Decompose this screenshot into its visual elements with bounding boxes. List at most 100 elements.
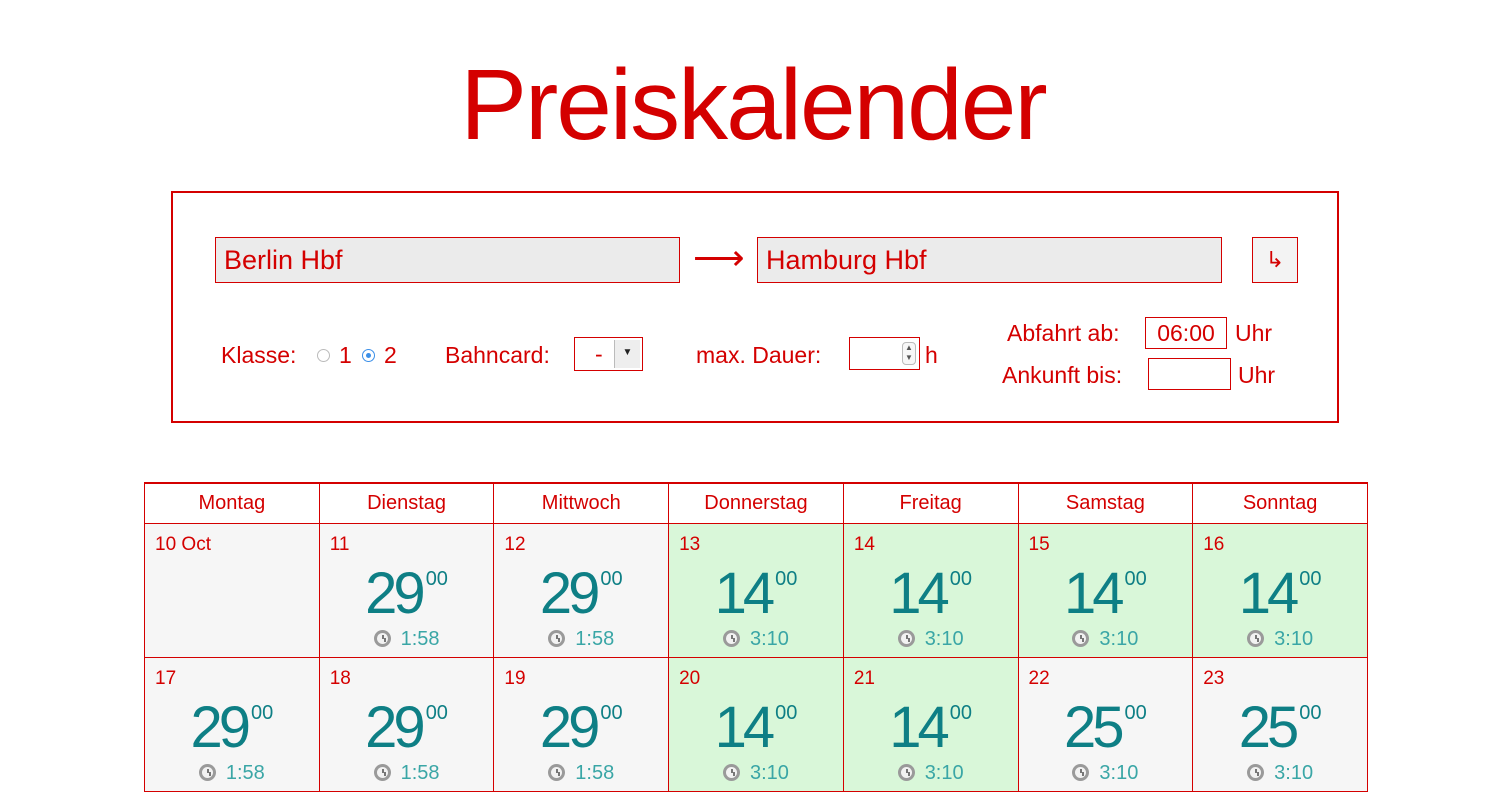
calendar-day-cell[interactable]: 22 25 00 3:10 <box>1017 657 1194 792</box>
calendar-day-cell[interactable]: 13 14 00 3:10 <box>668 523 844 658</box>
day-price[interactable]: 29 00 <box>320 562 494 626</box>
price-euros: 14 <box>889 695 949 760</box>
duration-text: 3:10 <box>749 762 789 784</box>
calendar-day-cell[interactable]: 11 29 00 1:58 <box>318 523 495 658</box>
day-date: 18 <box>329 668 351 689</box>
price-cents: 00 <box>1124 702 1147 724</box>
price-euros: 14 <box>889 561 949 626</box>
trip-duration: 3:10 <box>1193 628 1367 651</box>
calendar-day-cell[interactable]: 12 29 00 1:58 <box>493 523 670 658</box>
max-dauer-input[interactable]: ▲ ▼ <box>849 337 920 370</box>
calendar-day-cell[interactable]: 20 14 00 3:10 <box>668 657 844 792</box>
day-price[interactable]: 14 00 <box>1019 562 1193 626</box>
weekday-header: Sonntag <box>1192 482 1368 524</box>
calendar-day-cell: 10 Oct <box>144 523 320 658</box>
clock-icon <box>722 764 740 781</box>
price-euros: 14 <box>1063 561 1124 626</box>
price-euros: 29 <box>365 561 425 626</box>
day-price[interactable]: 29 00 <box>320 696 494 760</box>
trip-duration: 3:10 <box>1019 762 1193 785</box>
search-panel: ⟶ ↳ Klasse: 1 2 Bahncard: - ▼ max. Dauer… <box>171 191 1339 423</box>
max-dauer-unit: h <box>925 342 938 368</box>
weekday-header: Dienstag <box>318 482 495 524</box>
price-euros: 25 <box>1238 695 1299 760</box>
price-euros: 25 <box>1063 695 1124 760</box>
klasse-label: Klasse: <box>221 342 297 368</box>
calendar-day-cell[interactable]: 21 14 00 3:10 <box>842 657 1019 792</box>
day-date: 22 <box>1028 668 1050 689</box>
price-cents: 00 <box>1299 702 1322 724</box>
trip-duration: 3:10 <box>669 762 843 785</box>
calendar-day-cell[interactable]: 17 29 00 1:58 <box>144 657 320 792</box>
day-price[interactable]: 29 00 <box>494 562 668 626</box>
day-date: 16 <box>1203 534 1225 555</box>
day-price[interactable]: 29 00 <box>145 696 319 760</box>
max-dauer-label: max. Dauer: <box>696 342 822 368</box>
calendar-day-cell[interactable]: 23 25 00 3:10 <box>1192 657 1368 792</box>
duration-text: 1:58 <box>575 762 615 784</box>
day-date: 10 Oct <box>155 534 211 555</box>
duration-text: 1:58 <box>575 628 615 650</box>
calendar-day-cell[interactable]: 16 14 00 3:10 <box>1192 523 1368 658</box>
calendar-day-cell[interactable]: 18 29 00 1:58 <box>318 657 495 792</box>
price-cents: 00 <box>1299 568 1322 590</box>
trip-duration: 1:58 <box>145 762 319 785</box>
clock-icon <box>1247 764 1265 781</box>
price-cents: 00 <box>1124 568 1147 590</box>
from-station-input[interactable] <box>215 237 680 283</box>
day-price[interactable]: 29 00 <box>494 696 668 760</box>
duration-text: 1:58 <box>400 762 440 784</box>
klasse-1-radio[interactable] <box>317 349 330 362</box>
clock-icon <box>722 630 740 647</box>
abfahrt-unit: Uhr <box>1235 320 1273 346</box>
abfahrt-label: Abfahrt ab: <box>1007 320 1120 346</box>
price-euros: 29 <box>539 695 600 760</box>
calendar-week-row: 17 29 00 1:58 18 29 00 1:58 19 29 00 1:58 20 14 00 3:10… <box>144 657 1368 792</box>
trip-duration: 3:10 <box>1193 762 1367 785</box>
klasse-1-label: 1 <box>339 342 352 368</box>
duration-text: 3:10 <box>749 628 789 650</box>
day-date: 19 <box>504 668 526 689</box>
page-title: Preiskalender <box>460 49 1047 161</box>
price-cents: 00 <box>775 702 798 724</box>
trip-duration: 1:58 <box>494 628 668 651</box>
trip-duration: 1:58 <box>320 628 494 651</box>
day-price[interactable]: 14 00 <box>1193 562 1367 626</box>
trip-duration: 1:58 <box>320 762 494 785</box>
stepper-icon[interactable]: ▲ ▼ <box>902 342 916 365</box>
clock-icon <box>548 630 566 647</box>
to-station-input[interactable] <box>757 237 1222 283</box>
price-cents: 00 <box>250 702 274 724</box>
day-date: 21 <box>853 668 875 689</box>
weekday-header: Freitag <box>842 482 1019 524</box>
trip-duration: 1:58 <box>494 762 668 785</box>
clock-icon <box>1072 764 1090 781</box>
bahncard-label: Bahncard: <box>445 342 550 368</box>
price-cents: 00 <box>775 568 798 590</box>
ankunft-time-input[interactable] <box>1148 358 1231 390</box>
weekday-header: Montag <box>144 482 320 524</box>
price-euros: 29 <box>365 695 425 760</box>
weekday-header: Mittwoch <box>493 482 670 524</box>
search-submit-button[interactable]: ↳ <box>1252 237 1298 283</box>
calendar-day-cell[interactable]: 19 29 00 1:58 <box>493 657 670 792</box>
klasse-2-radio[interactable] <box>362 349 375 362</box>
clock-icon <box>897 764 915 781</box>
duration-text: 3:10 <box>1274 762 1314 784</box>
ankunft-unit: Uhr <box>1238 362 1276 388</box>
day-price[interactable]: 14 00 <box>844 562 1018 626</box>
bahncard-value: - <box>595 341 603 367</box>
calendar-day-cell[interactable]: 15 14 00 3:10 <box>1017 523 1194 658</box>
abfahrt-time-input[interactable] <box>1145 317 1227 349</box>
duration-text: 3:10 <box>1099 628 1139 650</box>
day-price[interactable]: 25 00 <box>1193 696 1367 760</box>
duration-text: 1:58 <box>225 762 265 784</box>
clock-icon <box>897 630 915 647</box>
day-price[interactable]: 14 00 <box>669 696 843 760</box>
day-price[interactable]: 14 00 <box>669 562 843 626</box>
duration-text: 3:10 <box>1274 628 1314 650</box>
day-price[interactable]: 14 00 <box>844 696 1018 760</box>
bahncard-select[interactable]: - ▼ <box>574 337 643 371</box>
day-price[interactable]: 25 00 <box>1019 696 1193 760</box>
calendar-day-cell[interactable]: 14 14 00 3:10 <box>842 523 1019 658</box>
